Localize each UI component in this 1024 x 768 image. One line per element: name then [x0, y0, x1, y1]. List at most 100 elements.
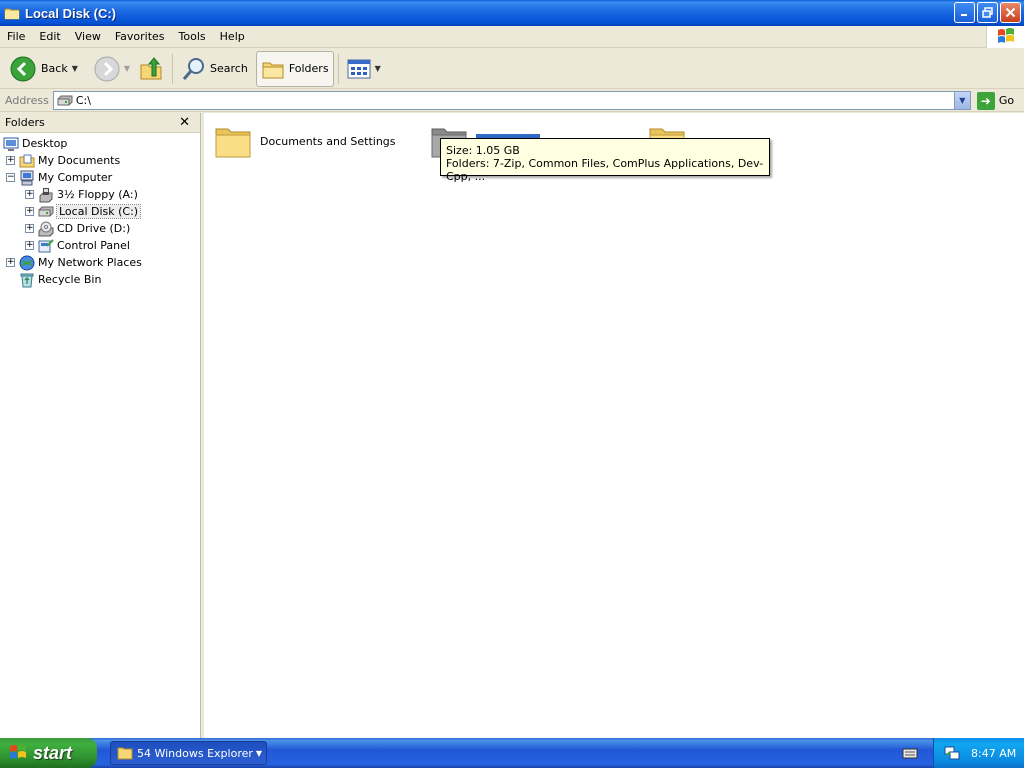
hard-disk-icon — [57, 95, 73, 105]
tree-item-control-panel[interactable]: + Control Panel — [25, 237, 130, 254]
hard-disk-icon — [38, 204, 54, 220]
windows-logo-icon — [986, 26, 1024, 48]
expand-icon[interactable]: + — [6, 258, 15, 267]
my-computer-icon — [19, 170, 35, 186]
folder-info-tooltip: Size: 1.05 GB Folders: 7-Zip, Common Fil… — [440, 138, 770, 183]
expand-icon[interactable]: + — [25, 241, 34, 250]
go-arrow-icon: ➜ — [976, 91, 995, 110]
toolbar-separator — [337, 53, 339, 84]
folders-icon — [262, 62, 284, 78]
recycle-bin-icon — [19, 272, 35, 288]
expand-icon[interactable]: + — [25, 190, 34, 199]
forward-button[interactable]: ▼ — [90, 51, 134, 87]
system-tray: 8:47 AM — [933, 738, 1024, 768]
folders-label: Folders — [288, 62, 329, 75]
expand-icon[interactable]: + — [25, 207, 34, 216]
go-button[interactable]: ➜ Go — [976, 91, 1015, 110]
address-label: Address — [5, 94, 49, 107]
back-label: Back — [41, 62, 68, 75]
menu-edit[interactable]: Edit — [32, 30, 67, 43]
menu-help[interactable]: Help — [213, 30, 252, 43]
tree-item-desktop[interactable]: Desktop — [3, 135, 67, 152]
tree-item-label: 3½ Floppy (A:) — [57, 188, 138, 201]
tree-item-label: My Network Places — [38, 256, 142, 269]
search-label: Search — [210, 62, 248, 75]
network-places-icon — [19, 255, 35, 271]
start-button[interactable]: start — [0, 738, 97, 768]
search-icon — [182, 57, 205, 80]
folders-pane-title: Folders — [5, 116, 45, 129]
tree-item-floppy[interactable]: + 3½ Floppy (A:) — [25, 186, 138, 203]
tree-item-label: Recycle Bin — [38, 273, 102, 286]
toolbar-separator — [172, 53, 174, 84]
file-item-documents-and-settings[interactable]: Documents and Settings — [214, 123, 396, 159]
tree-item-label: CD Drive (D:) — [57, 222, 131, 235]
start-label: start — [33, 742, 73, 763]
tree-item-network-places[interactable]: + My Network Places — [6, 254, 142, 271]
minimize-icon — [961, 14, 967, 16]
title-bar[interactable]: Local Disk (C:) — [0, 0, 1024, 26]
chevron-down-icon: ▼ — [255, 748, 262, 758]
folder-icon — [117, 747, 133, 760]
menu-tools[interactable]: Tools — [172, 30, 213, 43]
close-icon — [1005, 7, 1016, 18]
cd-drive-icon — [38, 221, 54, 237]
expand-icon[interactable]: + — [25, 224, 34, 233]
up-folder-icon — [140, 56, 162, 79]
up-button[interactable] — [134, 51, 168, 87]
file-item-label: Documents and Settings — [260, 134, 396, 148]
floppy-drive-icon — [38, 187, 54, 203]
tree-item-local-disk[interactable]: + Local Disk (C:) — [25, 203, 142, 220]
standard-toolbar: Back ▼ ▼ Search Folders ▼ — [0, 49, 1024, 89]
clock[interactable]: 8:47 AM — [971, 747, 1016, 760]
keyboard-icon[interactable] — [902, 746, 918, 760]
close-button[interactable] — [1000, 2, 1021, 23]
forward-arrow-icon — [94, 56, 120, 81]
folders-pane-header: Folders ✕ — [0, 113, 200, 133]
views-button[interactable]: ▼ — [343, 51, 385, 87]
network-icon[interactable] — [944, 745, 960, 761]
address-field[interactable]: C:\ ▼ — [52, 91, 971, 110]
close-icon[interactable]: ✕ — [179, 115, 190, 130]
menu-file[interactable]: File — [0, 30, 32, 43]
menu-view[interactable]: View — [68, 30, 108, 43]
chevron-down-icon[interactable]: ▼ — [72, 64, 78, 73]
back-button[interactable]: Back ▼ — [6, 51, 82, 87]
file-view: Documents and Settings Size: 1.05 GB Fol… — [204, 113, 1024, 738]
chevron-down-icon[interactable]: ▼ — [124, 64, 130, 73]
desktop-icon — [3, 136, 19, 152]
go-label: Go — [998, 94, 1015, 107]
chevron-down-icon[interactable]: ▼ — [953, 92, 970, 109]
collapse-icon[interactable]: − — [6, 173, 15, 182]
restore-button[interactable] — [977, 2, 998, 23]
expand-icon[interactable]: + — [6, 156, 15, 165]
folders-pane: Folders ✕ Desktop + My Documents − My Co… — [0, 113, 201, 738]
control-panel-icon — [38, 238, 54, 254]
search-button[interactable]: Search — [177, 51, 252, 87]
tree-item-label: Desktop — [22, 137, 68, 150]
tree-item-my-documents[interactable]: + My Documents — [6, 152, 120, 169]
folder-icon — [4, 8, 20, 20]
folders-button[interactable]: Folders — [255, 50, 334, 87]
tree-item-label: Local Disk (C:) — [55, 204, 142, 219]
tree-item-my-computer[interactable]: − My Computer — [6, 169, 112, 186]
tree-item-label: My Documents — [38, 154, 121, 167]
taskbar-button-windows-explorer[interactable]: 54 Windows Explorer ▼ — [110, 741, 267, 765]
tooltip-size: Size: 1.05 GB — [446, 144, 520, 157]
menu-bar: File Edit View Favorites Tools Help — [0, 26, 1024, 48]
restore-icon — [982, 7, 993, 18]
tree-item-label: My Computer — [38, 171, 113, 184]
menu-favorites[interactable]: Favorites — [108, 30, 172, 43]
tree-item-label: Control Panel — [57, 239, 130, 252]
tooltip-folders: Folders: 7-Zip, Common Files, ComPlus Ap… — [446, 157, 764, 183]
windows-logo-icon — [10, 744, 26, 759]
minimize-button[interactable] — [954, 2, 975, 23]
taskbar-button-label: 54 Windows Explorer — [137, 746, 253, 760]
taskbar: start 54 Windows Explorer ▼ 8:47 AM — [0, 738, 1024, 768]
window-title: Local Disk (C:) — [25, 5, 117, 21]
views-icon — [347, 59, 371, 78]
chevron-down-icon[interactable]: ▼ — [375, 64, 381, 73]
tree-item-recycle-bin[interactable]: Recycle Bin — [19, 271, 101, 288]
tree-item-cd-drive[interactable]: + CD Drive (D:) — [25, 220, 130, 237]
my-documents-icon — [19, 153, 35, 169]
